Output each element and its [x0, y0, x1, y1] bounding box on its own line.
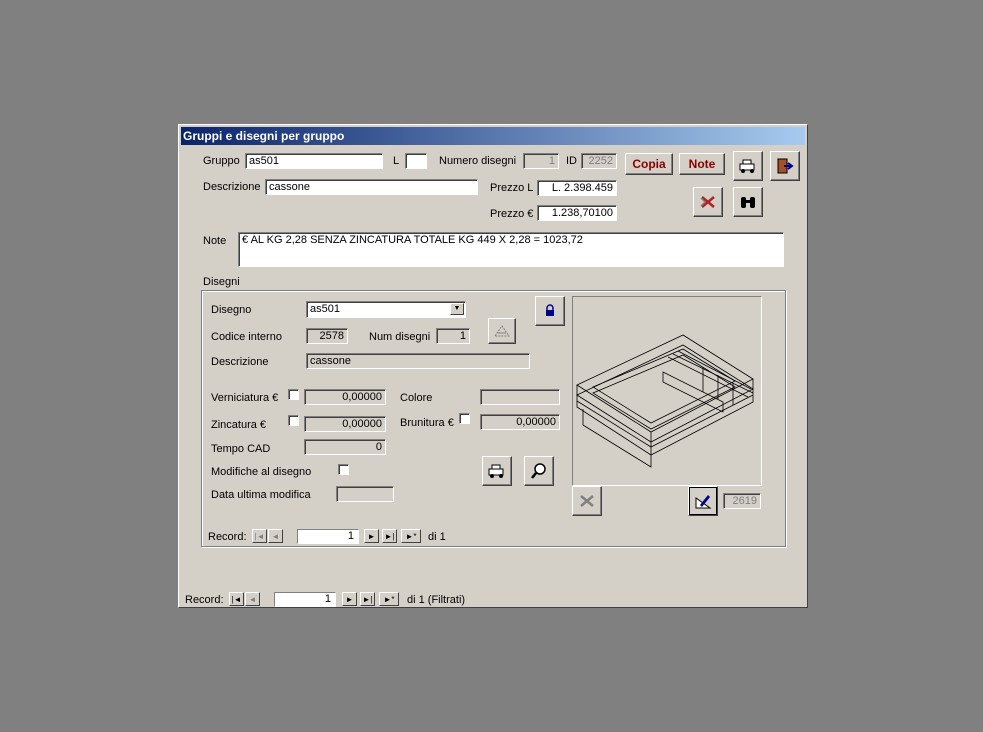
prezzo-l-label: Prezzo L — [490, 182, 534, 194]
descrizione-input[interactable]: cassone — [265, 179, 478, 195]
drawing-image — [576, 334, 754, 468]
sub-nav-new-button[interactable]: ►* — [401, 529, 421, 543]
id-label: ID — [566, 155, 577, 167]
data-modifica-field — [336, 486, 394, 502]
numero-disegni-label: Numero disegni — [439, 155, 517, 167]
disegni-section-label: Disegni — [203, 276, 240, 288]
codice-interno-label: Codice interno — [211, 331, 282, 343]
data-modifica-label: Data ultima modifica — [211, 489, 311, 501]
delete-button[interactable] — [693, 187, 723, 217]
num-disegni-label: Num disegni — [369, 331, 431, 343]
colore-label: Colore — [400, 392, 433, 404]
lock-button[interactable] — [535, 296, 565, 326]
sub-nav-next-button[interactable]: ► — [364, 529, 379, 543]
note-textarea[interactable]: € AL KG 2,28 SENZA ZINCATURA TOTALE KG 4… — [238, 232, 784, 267]
brunitura-label: Brunitura € — [400, 417, 454, 429]
prezzo-eur-field[interactable]: 1.238,70100 — [537, 205, 617, 221]
delete-drawing-button[interactable] — [572, 486, 602, 516]
print-drawing-button[interactable] — [482, 456, 512, 486]
disegno-select-value: as501 — [310, 303, 340, 315]
pencil-ruler-icon — [695, 495, 712, 509]
delete-x-icon — [700, 196, 715, 208]
chevron-down-icon[interactable]: ▼ — [450, 303, 464, 315]
colore-field — [480, 389, 560, 405]
printer-icon — [739, 159, 755, 173]
tempo-cad-field: 0 — [304, 439, 386, 455]
window-title: Gruppi e disegni per gruppo — [181, 127, 805, 145]
tempo-cad-label: Tempo CAD — [211, 443, 271, 455]
image-id-field: 2619 — [723, 493, 761, 509]
main-record-number-input[interactable]: 1 — [274, 592, 336, 607]
gruppo-input[interactable]: as501 — [245, 153, 383, 169]
main-record-total: di 1 (Filtrati) — [407, 594, 466, 606]
find-button[interactable] — [733, 187, 763, 217]
sub-record-number-input[interactable]: 1 — [297, 529, 359, 544]
zincatura-field: 0,00000 — [304, 416, 386, 432]
sub-nav-last-button[interactable]: ►| — [382, 529, 397, 543]
l-input[interactable] — [405, 153, 427, 169]
zincatura-label: Zincatura € — [211, 419, 267, 431]
modifiche-label: Modifiche al disegno — [211, 466, 312, 478]
gruppo-label: Gruppo — [203, 155, 240, 167]
main-nav-first-button[interactable]: |◄ — [229, 592, 244, 606]
main-window: Gruppi e disegni per gruppo Gruppo as501… — [178, 124, 808, 608]
verniciatura-checkbox[interactable] — [288, 389, 299, 400]
exit-button[interactable] — [770, 151, 800, 181]
zincatura-checkbox[interactable] — [288, 415, 299, 426]
brunitura-checkbox[interactable] — [459, 413, 470, 424]
sub-nav-first-button[interactable]: |◄ — [252, 529, 267, 543]
numero-disegni-field: 1 — [523, 153, 559, 169]
edit-drawing-button[interactable] — [688, 486, 718, 516]
lock-icon — [546, 304, 554, 316]
binoculars-icon — [741, 197, 755, 208]
disegni-subform: Disegno as501 ▼ Codice interno 2578 Num … — [201, 290, 786, 547]
delete-x-icon — [580, 495, 594, 507]
zoom-button[interactable] — [524, 456, 554, 486]
id-field: 2252 — [581, 153, 617, 169]
verniciatura-label: Verniciatura € — [211, 392, 279, 404]
brunitura-field: 0,00000 — [480, 414, 560, 430]
main-nav-last-button[interactable]: ►| — [360, 592, 375, 606]
descrizione-label: Descrizione — [203, 181, 261, 193]
sub-record-label: Record: — [208, 531, 247, 543]
print-group-button[interactable] — [733, 151, 763, 181]
num-disegni-field: 1 — [436, 328, 470, 344]
main-nav-next-button[interactable]: ► — [342, 592, 357, 606]
note-button[interactable]: Note — [679, 153, 725, 175]
disegno-label: Disegno — [211, 304, 252, 316]
modifiche-checkbox[interactable] — [338, 464, 349, 475]
disegno-select[interactable]: as501 ▼ — [306, 301, 466, 318]
copia-button[interactable]: Copia — [625, 153, 673, 175]
codice-interno-field: 2578 — [306, 328, 348, 344]
cad-button[interactable] — [488, 318, 516, 344]
note-label: Note — [203, 235, 227, 247]
sub-nav-prev-button[interactable]: ◄ — [268, 529, 283, 543]
verniciatura-field: 0,00000 — [304, 389, 386, 405]
prezzo-l-field[interactable]: L. 2.398.459 — [537, 180, 617, 196]
magnifier-icon — [531, 463, 546, 479]
sub-record-total: di 1 — [428, 531, 446, 543]
descrizione-disegno-label: Descrizione — [211, 356, 269, 368]
descrizione-disegno-field: cassone — [306, 353, 530, 369]
prezzo-eur-label: Prezzo € — [490, 208, 534, 220]
exit-door-icon — [777, 158, 794, 174]
main-nav-prev-button[interactable]: ◄ — [245, 592, 260, 606]
printer-icon — [488, 464, 504, 478]
main-nav-new-button[interactable]: ►* — [379, 592, 399, 606]
l-label: L — [393, 155, 400, 167]
drawing-preview — [572, 296, 762, 486]
cad-drawing-icon — [494, 325, 510, 337]
main-record-label: Record: — [185, 594, 224, 606]
